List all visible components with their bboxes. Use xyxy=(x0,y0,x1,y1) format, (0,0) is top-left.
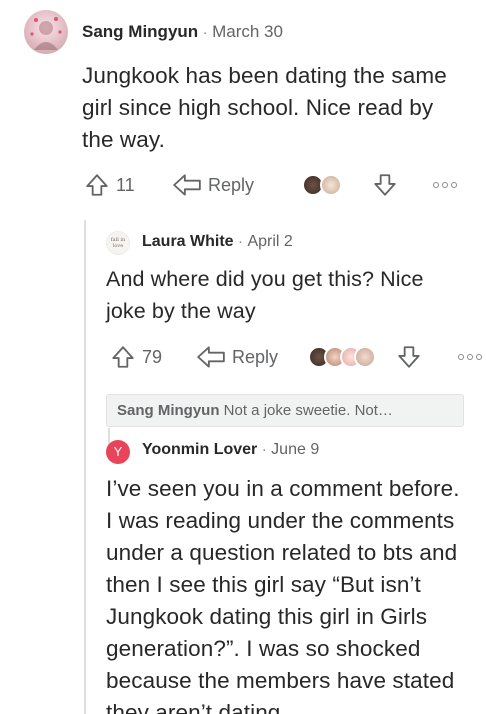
avatar[interactable]: fall in love xyxy=(106,231,130,255)
comment-body: And where did you get this? Nice joke by… xyxy=(106,267,424,323)
avatar[interactable]: Y xyxy=(106,440,130,464)
more-button[interactable] xyxy=(458,354,482,360)
share-icon xyxy=(197,346,225,368)
comment-body: I’ve seen you in a comment before. I was… xyxy=(106,476,460,714)
comment-author[interactable]: Laura White xyxy=(142,233,234,250)
reactor-avatar xyxy=(354,346,376,368)
upvote-button[interactable]: 79 xyxy=(110,344,162,370)
reactor-avatars[interactable] xyxy=(302,174,352,200)
more-icon xyxy=(458,354,464,360)
downvote-button[interactable] xyxy=(396,344,422,375)
thread-line xyxy=(84,220,86,714)
reactor-avatars[interactable] xyxy=(308,346,378,372)
avatar-text: fall in love xyxy=(110,237,126,249)
more-icon xyxy=(433,182,439,188)
comment-date[interactable]: April 2 xyxy=(247,233,292,250)
collapsed-reply-preview: Not a joke sweetie. Not… xyxy=(223,402,393,419)
reply-label: Reply xyxy=(208,174,255,195)
separator: · xyxy=(202,24,208,41)
reactor-avatar xyxy=(320,174,342,196)
collapsed-reply[interactable]: Sang Mingyun Not a joke sweetie. Not… xyxy=(106,394,464,427)
upvote-count: 79 xyxy=(142,346,163,367)
comment-date[interactable]: March 30 xyxy=(212,22,283,41)
reply-label: Reply xyxy=(232,346,279,367)
upvote-icon xyxy=(86,174,108,196)
upvote-icon xyxy=(112,346,134,368)
share-icon xyxy=(173,174,201,196)
avatar-letter: Y xyxy=(113,444,123,459)
more-button[interactable] xyxy=(433,182,457,188)
comment-author[interactable]: Sang Mingyun xyxy=(82,22,198,41)
reply-button[interactable]: Reply xyxy=(196,344,278,370)
upvote-count: 11 xyxy=(116,174,135,195)
reply-button[interactable]: Reply xyxy=(172,172,254,198)
collapsed-reply-author[interactable]: Sang Mingyun xyxy=(117,402,220,419)
separator: · xyxy=(238,233,244,250)
comment-author[interactable]: Yoonmin Lover xyxy=(142,441,257,458)
downvote-icon xyxy=(374,174,396,196)
comment-body: Jungkook has been dating the same girl s… xyxy=(82,63,447,152)
separator: · xyxy=(261,441,267,458)
upvote-button[interactable]: 11 xyxy=(84,172,135,198)
avatar-image-icon xyxy=(30,17,62,50)
downvote-icon xyxy=(398,346,420,368)
downvote-button[interactable] xyxy=(372,172,398,203)
avatar[interactable] xyxy=(24,10,68,54)
comment-date[interactable]: June 9 xyxy=(271,441,319,458)
